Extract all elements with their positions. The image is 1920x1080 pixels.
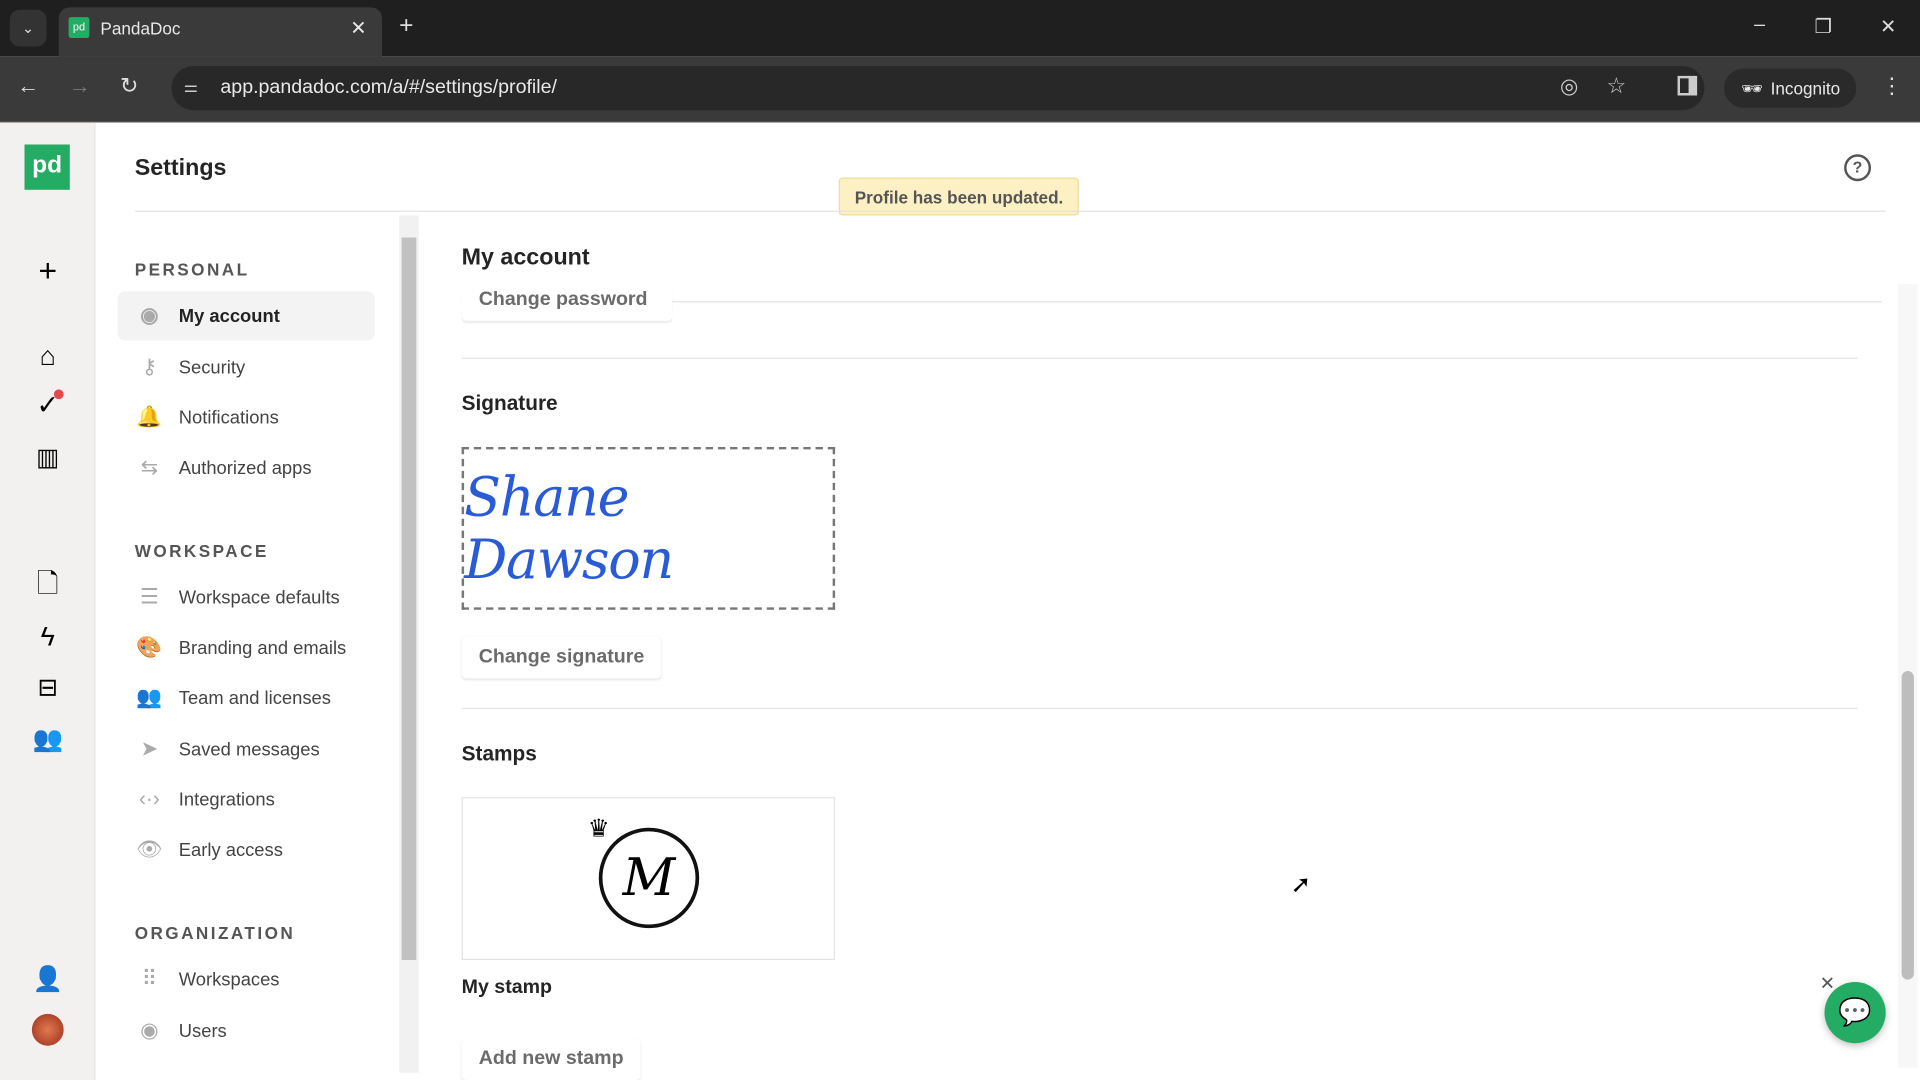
main-scrollbar-thumb[interactable] [1901, 671, 1914, 980]
nav-label: Users [178, 1020, 227, 1042]
add-stamp-button[interactable]: Add new stamp [461, 1038, 641, 1080]
nav-label: Authorized apps [178, 457, 312, 479]
tasks-icon[interactable]: ✓ [29, 387, 66, 424]
browser-menu-icon[interactable]: ⋮ [1881, 73, 1903, 99]
forward-icon[interactable]: → [69, 73, 91, 99]
stamp-image: M [598, 827, 700, 929]
change-signature-button[interactable]: Change signature [461, 636, 662, 679]
bell-icon: 🔔 [136, 405, 163, 429]
team-icon: 👥 [136, 685, 163, 709]
section-workspace: WORKSPACE [134, 541, 269, 561]
nav-item-integrations[interactable]: ‹·› Integrations [118, 775, 375, 824]
close-tab-icon[interactable]: ✕ [350, 16, 366, 40]
nav-label: Branding and emails [178, 637, 347, 659]
nav-label: My account [178, 305, 280, 327]
key-icon: ⚷ [141, 355, 158, 379]
templates-icon[interactable]: ⊟ [29, 669, 66, 706]
incognito-label: Incognito [1770, 78, 1841, 98]
reports-icon[interactable]: ▥ [29, 438, 66, 475]
nav-item-branding[interactable]: 🎨 Branding and emails [118, 623, 375, 672]
documents-icon[interactable]: 🗋 [29, 568, 66, 605]
nav-label: Team and licenses [178, 687, 331, 709]
signature-box[interactable]: Shane Dawson [461, 446, 836, 610]
nav-label: Workspace defaults [178, 587, 340, 608]
code-icon: ‹·› [138, 787, 160, 811]
url-text: app.pandadoc.com/a/#/settings/profile/ [220, 77, 557, 98]
settings-nav: PERSONAL ◉ My account ⚷ Security 🔔 Notifica… [96, 211, 422, 1080]
contacts-icon[interactable]: 👥 [29, 720, 66, 757]
chat-icon[interactable]: 💬 [1824, 982, 1886, 1044]
stamp-name: My stamp [461, 977, 552, 998]
nav-item-notifications[interactable]: 🔔 Notifications [118, 393, 375, 442]
star-icon[interactable]: ☆ [1607, 73, 1627, 99]
favicon: pd [68, 17, 90, 38]
nav-item-team[interactable]: 👥 Team and licenses [118, 673, 375, 722]
signature-image: Shane Dawson [464, 465, 674, 591]
tab-title: PandaDoc [100, 18, 181, 38]
restore-button[interactable]: ❐ [1805, 15, 1842, 39]
nav-item-security[interactable]: ⚷ Security [118, 343, 375, 392]
signature-title: Signature [461, 391, 558, 416]
section-title: My account [461, 244, 590, 271]
stamps-title: Stamps [461, 742, 537, 766]
nav-label: Early access [178, 839, 283, 861]
nav-item-authorized-apps[interactable]: ⇆ Authorized apps [118, 443, 375, 492]
nav-item-users[interactable]: ◉ Users [118, 1007, 375, 1056]
section-organization: ORGANIZATION [134, 923, 296, 943]
swap-icon: ⇆ [140, 455, 159, 479]
new-tab-button[interactable]: + [399, 12, 413, 40]
invite-user-icon[interactable]: 👤 [29, 960, 66, 997]
notification-dot [53, 389, 64, 400]
nav-label: Workspaces [178, 969, 280, 991]
nav-item-saved-messages[interactable]: ➤ Saved messages [118, 725, 375, 774]
side-panel-icon[interactable] [1677, 75, 1698, 96]
divider [461, 357, 1858, 359]
nav-label: Saved messages [178, 738, 320, 760]
nav-item-my-account[interactable]: ◉ My account [117, 291, 375, 341]
nav-label: Integrations [178, 789, 275, 811]
section-personal: PERSONAL [134, 259, 250, 280]
incognito-badge[interactable]: 🕶 Incognito [1724, 68, 1857, 108]
user-circle-icon: ◉ [140, 303, 159, 327]
reload-icon[interactable]: ↻ [120, 73, 138, 99]
sliders-icon: ☰ [140, 585, 159, 609]
avatar[interactable] [31, 1013, 64, 1046]
main-scrollbar[interactable] [1897, 284, 1918, 1068]
browser-tab[interactable]: pd PandaDoc ✕ [58, 7, 383, 57]
stamp-card[interactable]: M ♛ [461, 797, 836, 961]
nav-label: Notifications [178, 407, 279, 428]
nav-scrollbar[interactable] [399, 215, 419, 1073]
eye-off-icon[interactable]: ◎ [1560, 75, 1578, 99]
page-title: Settings [134, 155, 227, 182]
change-password-label: Change password [461, 288, 673, 321]
nav-item-early-access[interactable]: 👁 Early access [118, 825, 375, 874]
incognito-icon: 🕶 [1741, 78, 1763, 98]
crown-icon: ♛ [587, 815, 610, 843]
nav-item-workspace-defaults[interactable]: ☰ Workspace defaults [118, 573, 375, 622]
help-icon[interactable]: ? [1844, 154, 1872, 182]
eye-icon: 👁 [136, 837, 163, 861]
nav-scrollbar-thumb[interactable] [401, 237, 417, 961]
tab-search-button[interactable]: ⌄ [9, 9, 47, 47]
nav-item-workspaces[interactable]: ⠿ Workspaces [118, 955, 375, 1004]
pandadoc-logo[interactable]: pd [24, 144, 70, 190]
back-icon[interactable]: ← [17, 73, 39, 99]
divider [461, 301, 1883, 303]
change-password-button[interactable]: Change password [461, 288, 673, 328]
grid-icon: ⠿ [141, 967, 158, 991]
palette-icon: 🎨 [136, 635, 163, 659]
user-circle-icon: ◉ [140, 1018, 159, 1043]
divider [461, 707, 1858, 709]
site-info-icon[interactable]: ⚌ [184, 77, 198, 97]
home-icon[interactable]: ⌂ [29, 338, 66, 375]
address-bar[interactable]: ⚌ app.pandadoc.com/a/#/settings/profile/… [171, 66, 1705, 111]
minimize-button[interactable]: – [1741, 15, 1778, 37]
automation-icon[interactable]: ϟ [29, 618, 66, 655]
close-window-button[interactable]: ✕ [1870, 15, 1907, 39]
nav-label: Security [178, 356, 246, 378]
mouse-cursor: ➚ [1290, 871, 1312, 899]
create-icon[interactable]: + [29, 252, 66, 289]
send-icon: ➤ [140, 737, 159, 761]
